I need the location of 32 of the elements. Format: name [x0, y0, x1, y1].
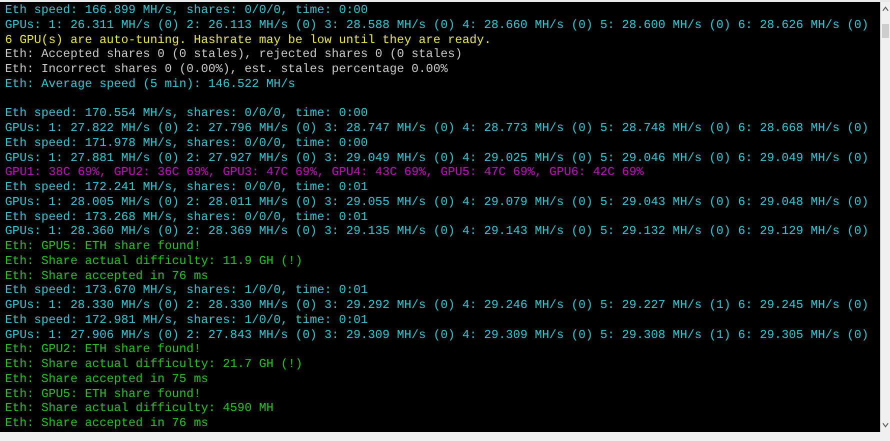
console-line: GPUs: 1: 28.005 MH/s (0) 2: 28.011 MH/s (0) 3: 29.055 MH/s (0) 4: 29.079 MH/s (0) 5: 29.043 MH/s (0) 6: 29.048 MH/s (0): [5, 194, 869, 209]
console-line: Eth: Share accepted in 76 ms: [5, 268, 208, 282]
console-line: Eth speed: 173.670 MH/s, shares: 1/0/0, time: 0:01: [5, 283, 368, 298]
console-line: Eth speed: 172.981 MH/s, shares: 1/0/0, time: 0:01: [5, 312, 368, 327]
scrollbar[interactable]: [880, 2, 890, 432]
console-line: Eth: Accepted shares 0 (0 stales), rejected shares 0 (0 stales): [5, 47, 462, 62]
console-line: Eth: Share actual difficulty: 11.9 GH (!): [5, 254, 303, 268]
console-line: GPUs: 1: 28.360 MH/s (0) 2: 28.369 MH/s (0) 3: 29.135 MH/s (0) 4: 29.143 MH/s (0) 5: 29.132 MH/s (0) 6: 29.129 MH/s (0): [5, 224, 869, 238]
console-line: Eth speed: 170.554 MH/s, shares: 0/0/0, time: 0:00: [5, 106, 368, 120]
console-line: Eth: GPU2: ETH share found!: [5, 342, 201, 356]
console-line: GPUs: 1: 27.822 MH/s (0) 2: 27.796 MH/s (0) 3: 28.747 MH/s (0) 4: 28.773 MH/s (0) 5: 28.748 MH/s (0) 6: 28.668 MH/s (0): [5, 121, 869, 135]
console-line: Eth: Share actual difficulty: 21.7 GH (!): [5, 357, 303, 371]
console-line: Eth: GPU5: ETH share found!: [5, 239, 201, 253]
console-line: GPUs: 1: 26.311 MH/s (0) 2: 26.113 MH/s (0) 3: 28.588 MH/s (0) 4: 28.660 MH/s (0) 5: 28.600 MH/s (0) 6: 28.626 MH/s (0): [5, 18, 869, 32]
console-line: Eth: Share accepted in 76 ms: [5, 416, 208, 430]
console-line: 6 GPU(s) are auto-tuning. Hashrate may be low until they are ready.: [5, 32, 492, 46]
console-line: Eth: Share accepted in 75 ms: [5, 372, 208, 386]
console-line: Eth speed: 173.268 MH/s, shares: 0/0/0, time: 0:01: [5, 210, 368, 224]
console-line: Eth: GPU5: ETH share found!: [5, 386, 201, 400]
scroll-down-icon[interactable]: [882, 422, 889, 428]
scroll-thumb[interactable]: [882, 24, 889, 38]
console-line: Eth: Average speed (5 min): 146.522 MH/s: [5, 76, 296, 91]
console-line: Eth speed: 172.241 MH/s, shares: 0/0/0, time: 0:01: [5, 180, 368, 194]
scroll-up-icon[interactable]: [882, 6, 889, 12]
console-line: GPUs: 1: 27.881 MH/s (0) 2: 27.927 MH/s (0) 3: 29.049 MH/s (0) 4: 29.025 MH/s (0) 5: 29.046 MH/s (0) 6: 29.049 MH/s (0): [5, 150, 869, 164]
console-line: GPUs: 1: 28.330 MH/s (0) 2: 28.330 MH/s (0) 3: 29.292 MH/s (0) 4: 29.246 MH/s (0) 5: 29.227 MH/s (1) 6: 29.245 MH/s (0): [5, 298, 869, 312]
console-line: Eth: Share actual difficulty: 4590 MH: [5, 401, 274, 416]
console-line: Eth: Incorrect shares 0 (0.00%), est. stales percentage 0.00%: [5, 62, 448, 76]
console-line: Eth speed: 166.899 MH/s, shares: 0/0/0, time: 0:00: [5, 3, 368, 17]
console-line: GPU1: 38C 69%, GPU2: 36C 69%, GPU3: 47C 69%, GPU4: 43C 69%, GPU5: 47C 69%, GPU6: 42C 69%: [5, 165, 644, 180]
console-line: GPUs: 1: 27.906 MH/s (0) 2: 27.843 MH/s (0) 3: 29.309 MH/s (0) 4: 29.309 MH/s (0) 5: 29.308 MH/s (1) 6: 29.305 MH/s (0): [5, 328, 869, 342]
console-line: Eth speed: 171.978 MH/s, shares: 0/0/0, time: 0:00: [5, 136, 368, 150]
